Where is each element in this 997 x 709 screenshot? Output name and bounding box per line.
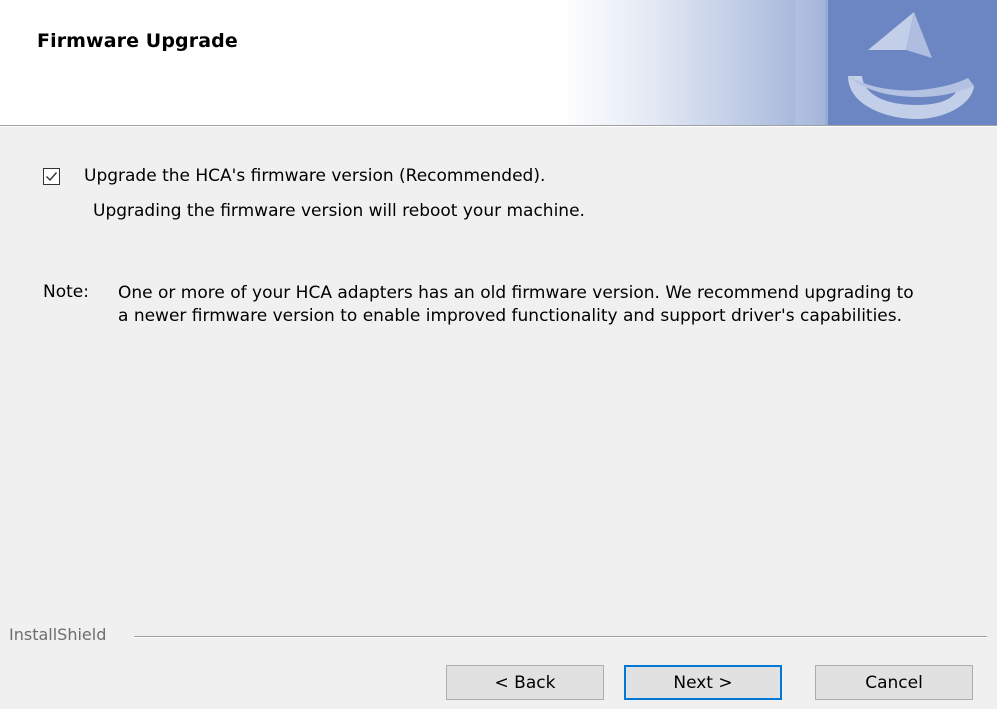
upgrade-firmware-label[interactable]: Upgrade the HCA's firmware version (Reco… xyxy=(84,166,545,186)
header-divider-highlight xyxy=(0,126,997,127)
installshield-logo-icon xyxy=(848,12,974,119)
reboot-notice: Upgrading the firmware version will rebo… xyxy=(93,201,585,221)
note-label: Note: xyxy=(43,282,89,302)
dialog-header: Firmware Upgrade xyxy=(0,0,997,125)
cancel-button[interactable]: Cancel xyxy=(815,665,973,700)
footer-divider-highlight xyxy=(134,637,987,638)
note-text: One or more of your HCA adapters has an … xyxy=(118,283,914,326)
upgrade-firmware-option[interactable]: Upgrade the HCA's firmware version (Reco… xyxy=(43,165,545,187)
next-button[interactable]: Next > xyxy=(624,665,782,700)
page-title: Firmware Upgrade xyxy=(37,30,238,52)
upgrade-firmware-checkbox[interactable] xyxy=(43,167,60,185)
installshield-brand-label: InstallShield xyxy=(9,625,107,644)
back-button[interactable]: < Back xyxy=(446,665,604,700)
checkmark-icon xyxy=(46,171,58,181)
